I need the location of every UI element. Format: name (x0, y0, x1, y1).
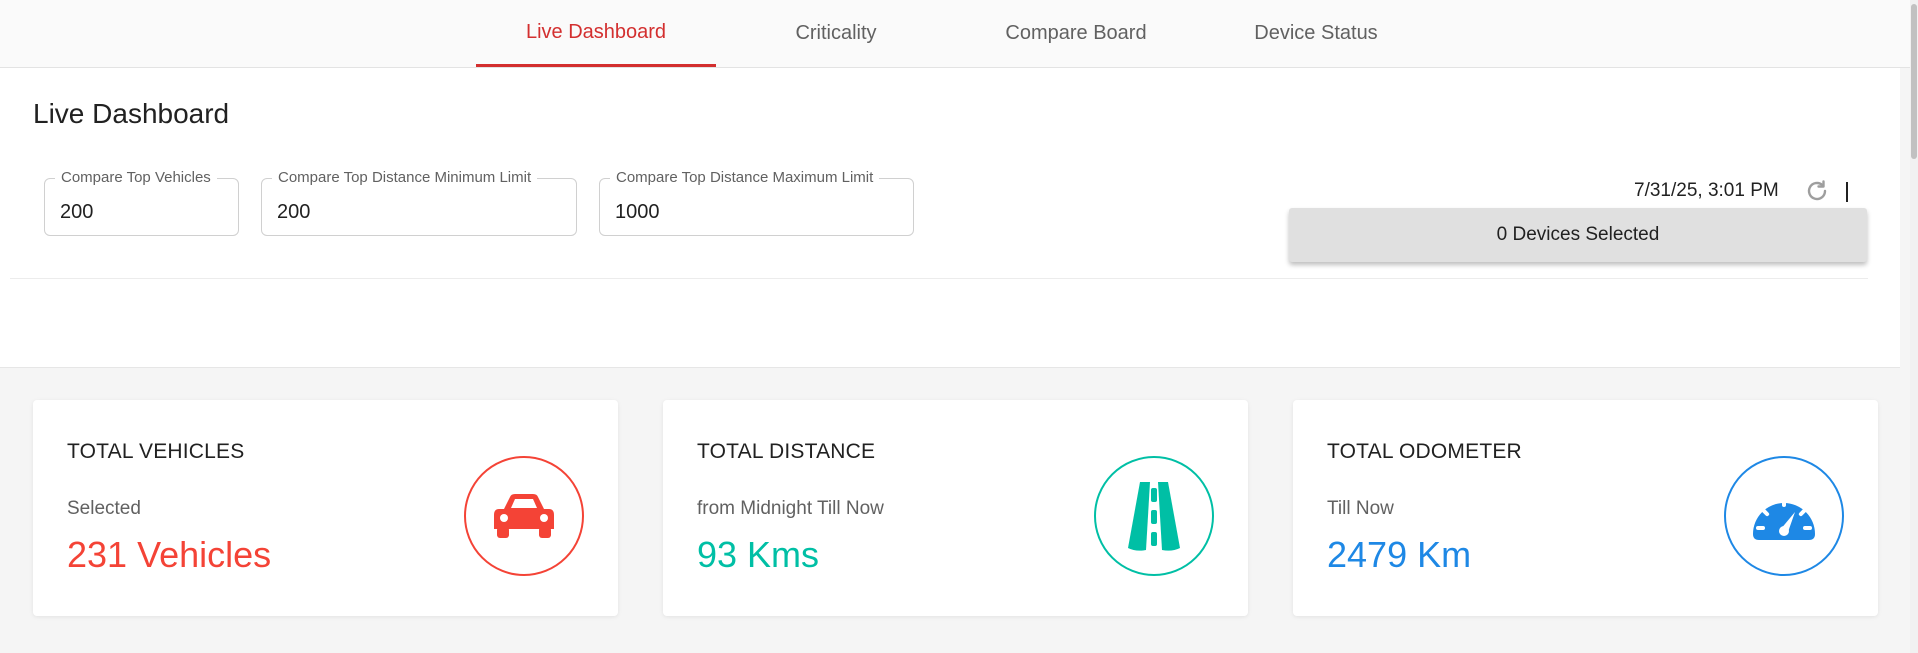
tab-device-status[interactable]: Device Status (1196, 0, 1436, 67)
compare-top-vehicles-input[interactable] (60, 201, 234, 224)
page-scrollbar-thumb[interactable] (1911, 4, 1917, 159)
tab-live-dashboard[interactable]: Live Dashboard (476, 0, 716, 67)
max-limit-field: Compare Top Distance Maximum Limit (599, 169, 914, 236)
refresh-icon[interactable] (1804, 178, 1830, 204)
card-subtitle: Till Now (1327, 498, 1394, 519)
card-value: 2479 Km (1327, 534, 1472, 575)
tab-compare-board[interactable]: Compare Board (956, 0, 1196, 67)
panel-divider (10, 278, 1868, 279)
devices-selected-button[interactable]: 0 Devices Selected (1289, 208, 1867, 262)
card-title: TOTAL VEHICLES (67, 440, 245, 463)
divider-bar (1846, 182, 1848, 202)
filter-panel: Live Dashboard Compare Top Vehicles Comp… (0, 68, 1900, 368)
road-icon (1094, 456, 1214, 576)
tab-criticality[interactable]: Criticality (716, 0, 956, 67)
card-subtitle: Selected (67, 498, 141, 519)
card-value: 93 Kms (697, 534, 820, 575)
top-tab-bar: Live Dashboard Criticality Compare Board… (0, 0, 1918, 68)
min-limit-label: Compare Top Distance Minimum Limit (272, 169, 538, 186)
speedometer-icon (1724, 456, 1844, 576)
max-limit-input[interactable] (615, 201, 897, 224)
total-vehicles-card: TOTAL VEHICLES Selected 231 Vehicles (33, 400, 618, 616)
min-limit-input[interactable] (277, 201, 560, 224)
total-odometer-card: TOTAL ODOMETER Till Now 2479 Km (1293, 400, 1878, 616)
max-limit-label: Compare Top Distance Maximum Limit (610, 169, 880, 186)
last-updated-timestamp: 7/31/25, 3:01 PM (1634, 180, 1779, 201)
compare-top-vehicles-field: Compare Top Vehicles (44, 169, 239, 236)
card-subtitle: from Midnight Till Now (697, 498, 884, 519)
card-title: TOTAL ODOMETER (1327, 440, 1522, 463)
min-limit-field: Compare Top Distance Minimum Limit (261, 169, 577, 236)
card-value: 231 Vehicles (67, 534, 272, 575)
compare-top-vehicles-label: Compare Top Vehicles (55, 169, 217, 186)
card-title: TOTAL DISTANCE (697, 440, 876, 463)
total-distance-card: TOTAL DISTANCE from Midnight Till Now 93… (663, 400, 1248, 616)
car-icon (464, 456, 584, 576)
page-title: Live Dashboard (33, 98, 230, 129)
